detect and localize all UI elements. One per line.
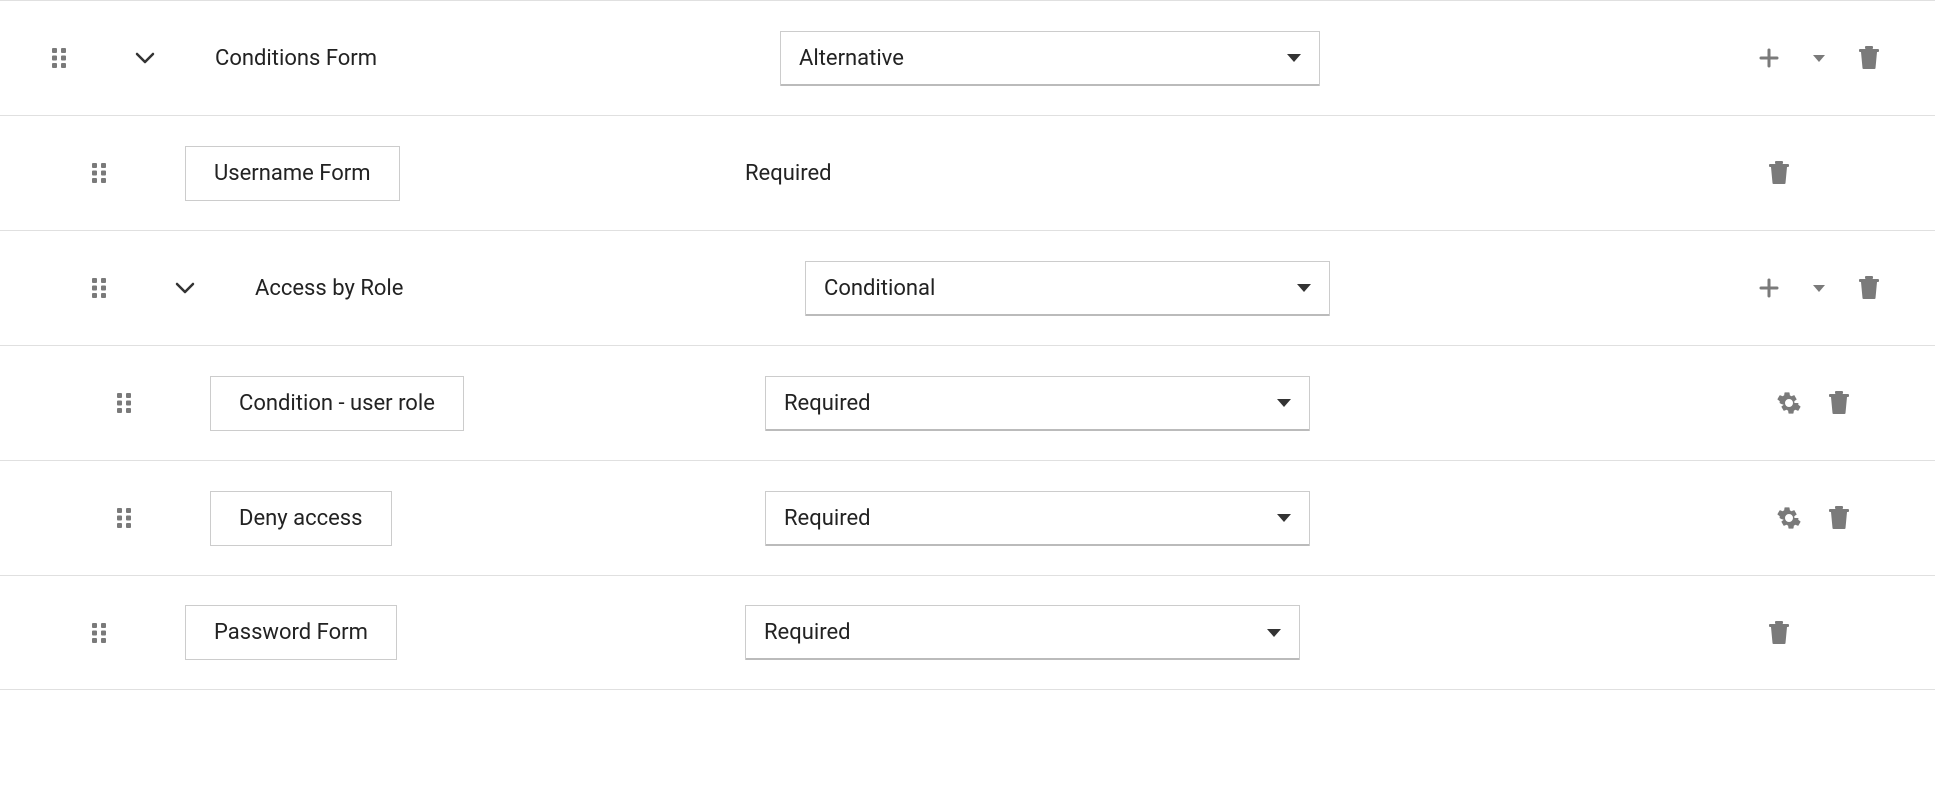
chevron-down-icon <box>175 282 195 294</box>
row-actions <box>1665 272 1885 304</box>
caret-down-icon <box>1813 285 1825 292</box>
row-value-select[interactable]: Required <box>765 376 1310 431</box>
row-value-col: Required <box>745 605 1300 660</box>
drag-handle-icon[interactable] <box>80 162 120 184</box>
row-label-wrap: Access by Role <box>205 276 403 301</box>
flow-row-password-form: Password Form Required <box>0 575 1935 690</box>
row-value-select[interactable]: Alternative <box>780 31 1320 86</box>
plus-icon <box>1758 277 1780 299</box>
row-value-col: Required <box>765 491 1310 546</box>
select-value-text: Required <box>784 506 871 531</box>
delete-button[interactable] <box>1823 502 1855 534</box>
row-label-wrap: Password Form <box>165 605 397 660</box>
caret-down-icon <box>1277 514 1291 522</box>
gear-icon <box>1777 506 1801 530</box>
drag-handle-icon[interactable] <box>80 622 120 644</box>
row-label-wrap: Username Form <box>165 146 400 201</box>
delete-button[interactable] <box>1763 157 1795 189</box>
row-value-col: Required <box>765 376 1310 431</box>
row-label-button[interactable]: Password Form <box>185 605 397 660</box>
expand-toggle[interactable] <box>165 282 205 294</box>
row-value-col: Conditional <box>805 261 1330 316</box>
row-label-wrap: Condition - user role <box>190 376 464 431</box>
select-value-text: Required <box>784 391 871 416</box>
chevron-down-icon <box>135 52 155 64</box>
delete-button[interactable] <box>1763 617 1795 649</box>
flow-row-conditions-form: Conditions Form Alternative <box>0 0 1935 115</box>
add-dropdown-button[interactable] <box>1803 42 1835 74</box>
trash-icon <box>1858 46 1880 70</box>
row-value-select[interactable]: Required <box>745 605 1300 660</box>
row-value-static: Required <box>745 161 832 186</box>
add-button[interactable] <box>1753 272 1785 304</box>
caret-down-icon <box>1277 399 1291 407</box>
flow-row-condition-user-role: Condition - user role Required <box>0 345 1935 460</box>
delete-button[interactable] <box>1853 42 1885 74</box>
caret-down-icon <box>1813 55 1825 62</box>
trash-icon <box>1768 161 1790 185</box>
trash-icon <box>1768 621 1790 645</box>
row-actions <box>1665 387 1885 419</box>
select-value-text: Alternative <box>799 46 904 71</box>
settings-button[interactable] <box>1773 387 1805 419</box>
expand-toggle[interactable] <box>125 52 165 64</box>
add-button[interactable] <box>1753 42 1785 74</box>
row-label: Conditions Form <box>215 46 377 71</box>
select-value-text: Required <box>764 620 851 645</box>
add-dropdown-button[interactable] <box>1803 272 1835 304</box>
flow-row-access-by-role: Access by Role Conditional <box>0 230 1935 345</box>
row-label-button[interactable]: Deny access <box>210 491 392 546</box>
drag-handle-icon[interactable] <box>40 47 80 69</box>
drag-handle-icon[interactable] <box>105 392 145 414</box>
row-value-col: Required <box>745 161 1285 186</box>
row-actions <box>1665 157 1885 189</box>
delete-button[interactable] <box>1853 272 1885 304</box>
row-label: Access by Role <box>255 276 403 301</box>
caret-down-icon <box>1297 284 1311 292</box>
flow-row-username-form: Username Form Required <box>0 115 1935 230</box>
row-label-wrap: Deny access <box>190 491 392 546</box>
drag-handle-icon[interactable] <box>80 277 120 299</box>
row-value-select[interactable]: Required <box>765 491 1310 546</box>
row-actions <box>1665 42 1885 74</box>
trash-icon <box>1828 506 1850 530</box>
settings-button[interactable] <box>1773 502 1805 534</box>
row-actions <box>1665 502 1885 534</box>
caret-down-icon <box>1267 629 1281 637</box>
row-label-wrap: Conditions Form <box>165 46 377 71</box>
row-value-select[interactable]: Conditional <box>805 261 1330 316</box>
select-value-text: Conditional <box>824 276 935 301</box>
plus-icon <box>1758 47 1780 69</box>
row-value-col: Alternative <box>780 31 1320 86</box>
row-label-button[interactable]: Username Form <box>185 146 400 201</box>
trash-icon <box>1828 391 1850 415</box>
drag-handle-icon[interactable] <box>105 507 145 529</box>
row-label-button[interactable]: Condition - user role <box>210 376 464 431</box>
row-actions <box>1665 617 1885 649</box>
delete-button[interactable] <box>1823 387 1855 419</box>
trash-icon <box>1858 276 1880 300</box>
caret-down-icon <box>1287 54 1301 62</box>
flow-row-deny-access: Deny access Required <box>0 460 1935 575</box>
gear-icon <box>1777 391 1801 415</box>
